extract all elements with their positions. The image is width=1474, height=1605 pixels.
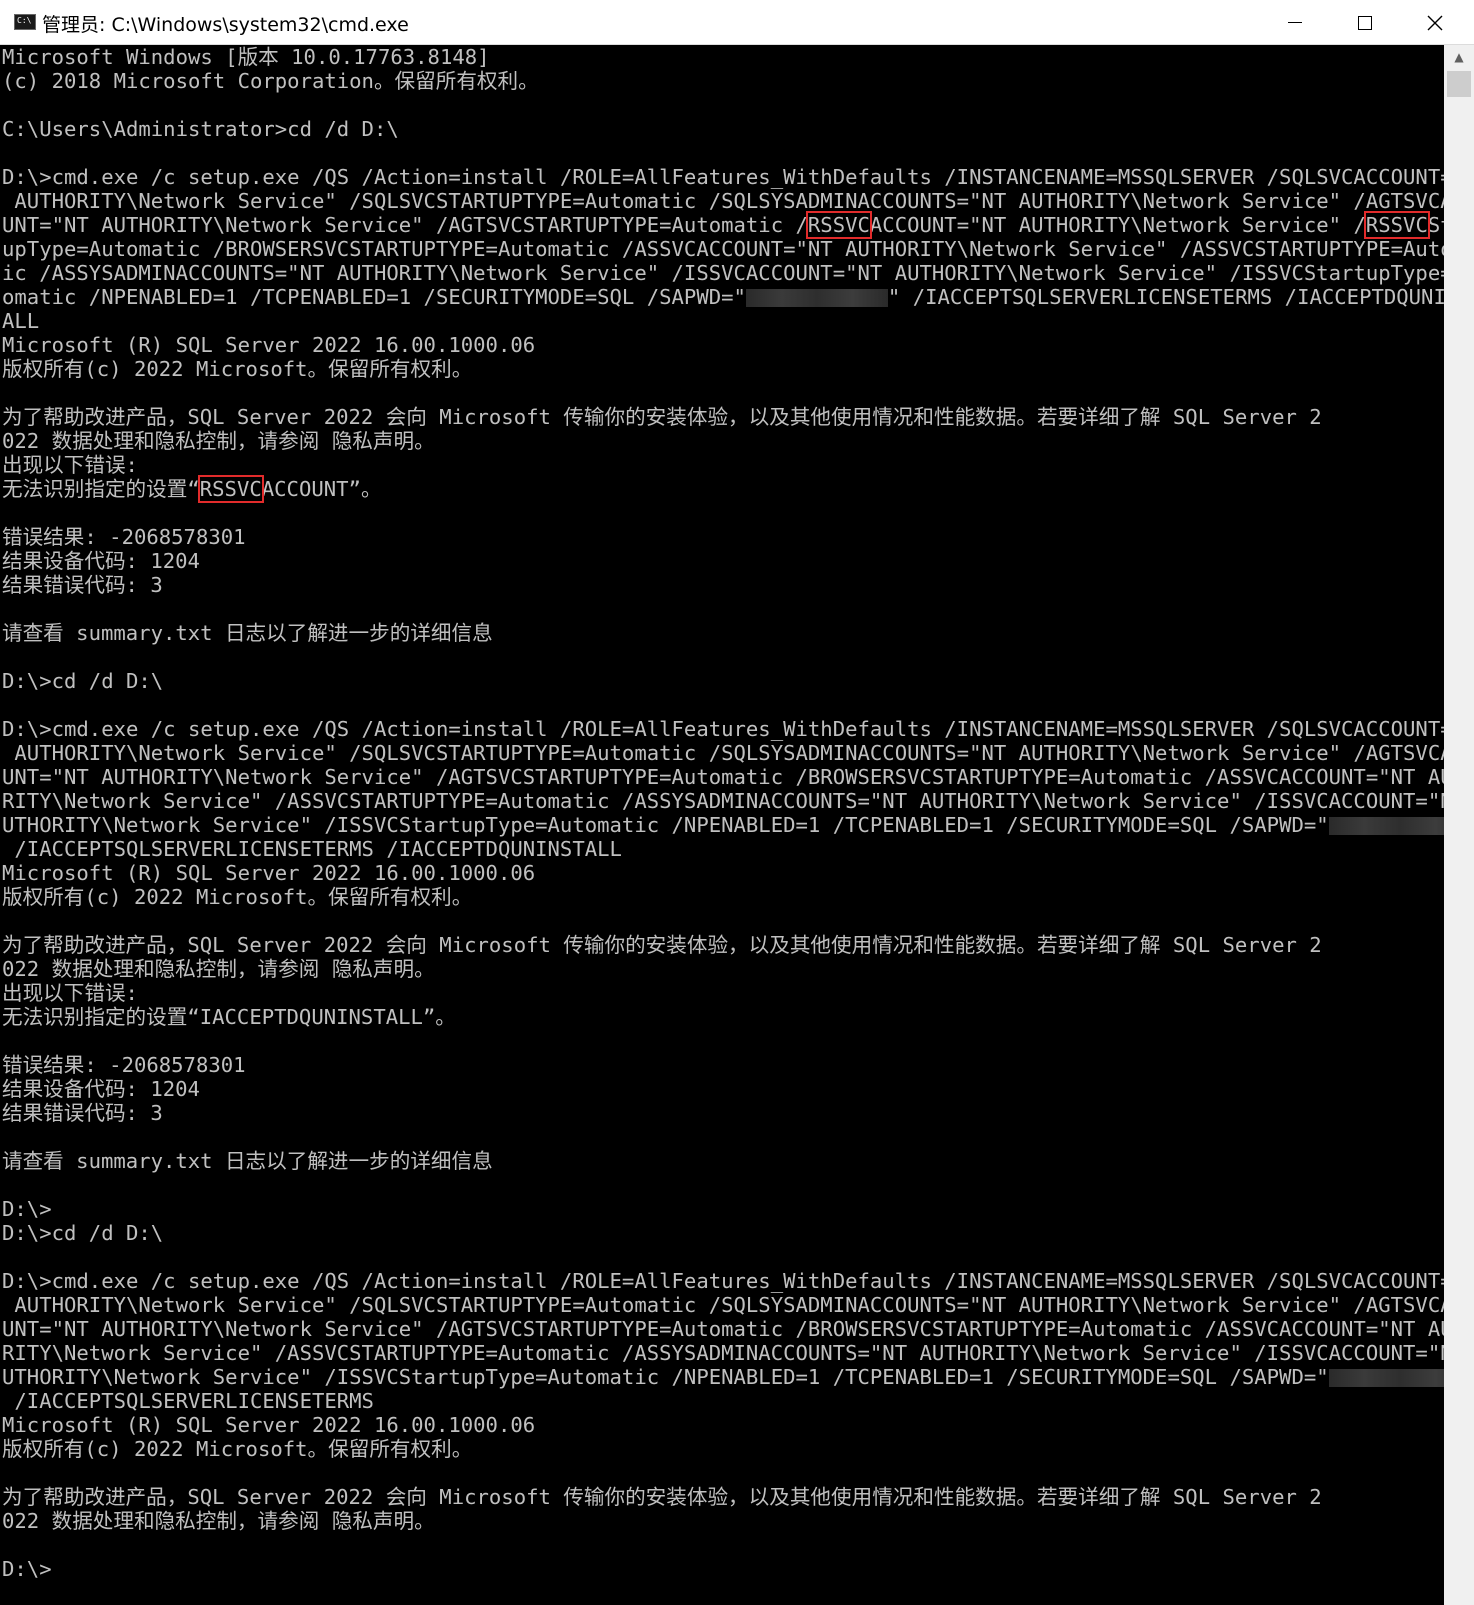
console-line: C:\Users\Administrator>cd /d D:\: [2, 117, 399, 141]
console-line: 请查看 summary.txt 日志以了解进一步的详细信息: [2, 1149, 493, 1173]
console-line: omatic /NPENABLED=1 /TCPENABLED=1 /SECUR…: [2, 285, 1444, 309]
console-line: 请查看 summary.txt 日志以了解进一步的详细信息: [2, 621, 493, 645]
console-line: AUTHORITY\Network Service" /SQLSVCSTARTU…: [2, 189, 1444, 213]
console-line: UTHORITY\Network Service" /ISSVCStartupT…: [0, 1365, 1444, 1389]
console-line: RITY\Network Service" /ASSVCSTARTUPTYPE=…: [2, 1341, 1444, 1365]
console-line: ic /ASSYSADMINACCOUNTS="NT AUTHORITY\Net…: [2, 261, 1444, 285]
console-line: 出现以下错误:: [2, 981, 138, 1005]
scroll-thumb[interactable]: [1447, 71, 1471, 97]
console-line: /IACCEPTSQLSERVERLICENSETERMS /IACCEPTDQ…: [2, 837, 622, 861]
console-line: 022 数据处理和隐私控制，请参阅 隐私声明。: [2, 429, 435, 453]
console-line: Microsoft (R) SQL Server 2022 16.00.1000…: [2, 861, 536, 885]
console-line: Microsoft Windows [版本 10.0.17763.8148]: [2, 45, 490, 69]
console-line: 结果错误代码: 3: [2, 1101, 163, 1125]
cmd-app-icon[interactable]: [14, 14, 36, 30]
console-line: UNT="NT AUTHORITY\Network Service" /AGTS…: [2, 765, 1444, 789]
console-line: Microsoft (R) SQL Server 2022 16.00.1000…: [2, 333, 536, 357]
console-line: 结果设备代码: 1204: [2, 549, 200, 573]
console-line: 错误结果: -2068578301: [2, 1053, 246, 1077]
console-line: D:\>cd /d D:\: [2, 1221, 164, 1245]
console-line: D:\>cd /d D:\: [2, 669, 164, 693]
redacted-password: [1328, 1369, 1444, 1387]
close-button[interactable]: [1400, 0, 1470, 45]
console-line: 版权所有(c) 2022 Microsoft。保留所有权利。: [2, 357, 473, 381]
redacted-password: [1328, 817, 1444, 835]
console-line: 版权所有(c) 2022 Microsoft。保留所有权利。: [2, 1437, 473, 1461]
console-line: UNT="NT AUTHORITY\Network Service" /AGTS…: [2, 1317, 1444, 1341]
console-line: UNT="NT AUTHORITY\Network Service" /AGTS…: [2, 211, 1444, 239]
console-line: AUTHORITY\Network Service" /SQLSVCSTARTU…: [2, 1293, 1444, 1317]
console-line: ALL: [2, 309, 40, 333]
vertical-scrollbar[interactable]: ▲: [1444, 45, 1474, 1605]
console-line: 错误结果: -2068578301: [2, 525, 246, 549]
close-icon: [1427, 15, 1443, 30]
minimize-icon: [1288, 22, 1302, 23]
console-line: 无法识别指定的设置“IACCEPTDQUNINSTALL”。: [2, 1005, 456, 1029]
console-line: 版权所有(c) 2022 Microsoft。保留所有权利。: [2, 885, 473, 909]
console-line: 为了帮助改进产品，SQL Server 2022 会向 Microsoft 传输…: [2, 1485, 1322, 1509]
console-line: /IACCEPTSQLSERVERLICENSETERMS: [2, 1389, 374, 1413]
console-line: D:\>cmd.exe /c setup.exe /QS /Action=ins…: [2, 717, 1444, 741]
console-line: RITY\Network Service" /ASSVCSTARTUPTYPE=…: [2, 789, 1444, 813]
console-line: AUTHORITY\Network Service" /SQLSVCSTARTU…: [2, 741, 1444, 765]
highlight-box: RSSVC: [805, 211, 872, 239]
highlight-box: RSSVC: [1363, 211, 1430, 239]
highlight-box: RSSVC: [197, 475, 264, 503]
console-output[interactable]: Microsoft Windows [版本 10.0.17763.8148] (c…: [0, 45, 1444, 1605]
console-line: Microsoft (R) SQL Server 2022 16.00.1000…: [2, 1413, 536, 1437]
console-line: D:\>: [2, 1197, 52, 1221]
console-line: D:\>: [2, 1557, 52, 1581]
console-line: D:\>cmd.exe /c setup.exe /QS /Action=ins…: [2, 165, 1444, 189]
console-line: upType=Automatic /BROWSERSVCSTARTUPTYPE=…: [2, 237, 1444, 261]
console-line: 无法识别指定的设置“RSSVCACCOUNT”。: [2, 475, 382, 503]
console-line: 结果设备代码: 1204: [2, 1077, 200, 1101]
window-title: 管理员: C:\Windows\system32\cmd.exe: [42, 14, 409, 36]
console-line: 出现以下错误:: [2, 453, 138, 477]
redacted-password: [745, 289, 888, 307]
maximize-button[interactable]: [1330, 0, 1400, 45]
console-line: UTHORITY\Network Service" /ISSVCStartupT…: [0, 813, 1444, 837]
title-bar[interactable]: 管理员: C:\Windows\system32\cmd.exe: [0, 0, 1474, 45]
scroll-up-arrow-icon[interactable]: ▲: [1444, 45, 1474, 69]
cmd-window: 管理员: C:\Windows\system32\cmd.exe Microso…: [0, 0, 1474, 1605]
maximize-icon: [1358, 15, 1372, 30]
console-line: 022 数据处理和隐私控制，请参阅 隐私声明。: [2, 957, 435, 981]
console-line: 结果错误代码: 3: [2, 573, 163, 597]
console-line: (c) 2018 Microsoft Corporation。保留所有权利。: [2, 69, 539, 93]
console-line: 为了帮助改进产品，SQL Server 2022 会向 Microsoft 传输…: [2, 933, 1322, 957]
minimize-button[interactable]: [1260, 0, 1330, 45]
console-line: 022 数据处理和隐私控制，请参阅 隐私声明。: [2, 1509, 435, 1533]
console-line: 为了帮助改进产品，SQL Server 2022 会向 Microsoft 传输…: [2, 405, 1322, 429]
console-line: D:\>cmd.exe /c setup.exe /QS /Action=ins…: [2, 1269, 1444, 1293]
